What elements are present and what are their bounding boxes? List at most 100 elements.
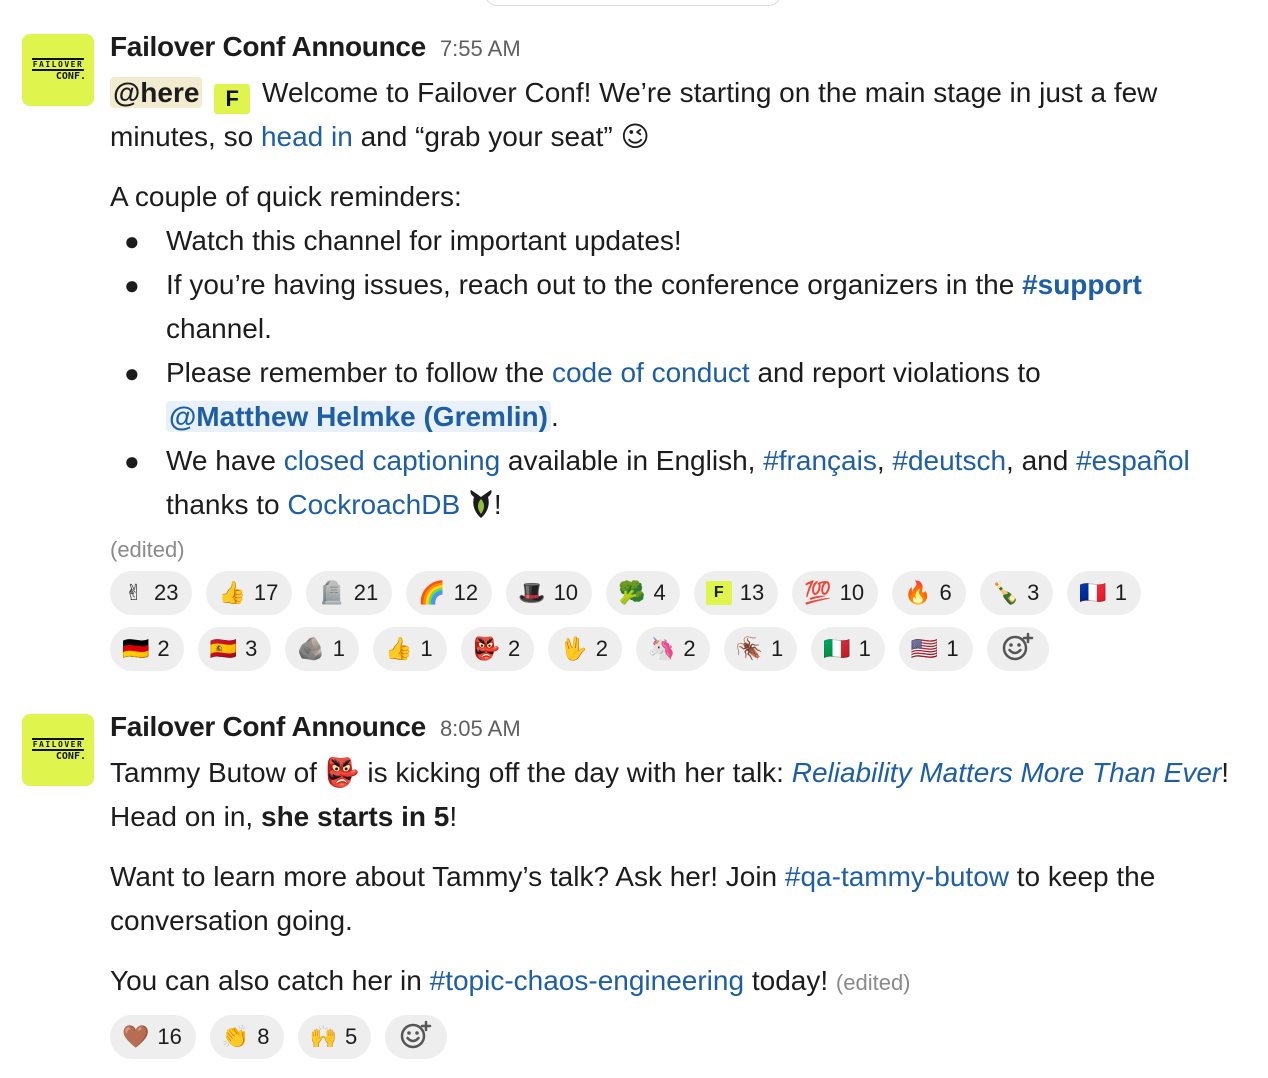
- reaction-count: 10: [553, 580, 579, 605]
- channel-link-espanol[interactable]: #español: [1076, 445, 1190, 476]
- reaction-bar: 🤎 16 👏 8 🙌 5: [110, 1015, 1240, 1071]
- reaction-emoji: 🙌: [309, 1024, 337, 1050]
- reaction-emoji: 🇮🇹: [823, 636, 851, 662]
- reaction-pill[interactable]: 🥦 4: [606, 571, 680, 615]
- bullet-icon: ●: [124, 226, 140, 256]
- channel-link-qa-tammy-butow[interactable]: #qa-tammy-butow: [785, 861, 1009, 892]
- reaction-emoji: 🔥: [904, 580, 932, 606]
- avatar[interactable]: FAILOVER CONF.: [22, 34, 94, 106]
- reaction-count: 21: [353, 580, 379, 605]
- body-text: is kicking off the day with her talk:: [359, 757, 792, 788]
- add-reaction-icon: [1002, 632, 1034, 667]
- avatar-text-line1: FAILOVER: [31, 738, 85, 751]
- reaction-count: 2: [157, 636, 170, 661]
- reaction-emoji: 🌈: [418, 580, 446, 606]
- intro-text-2: and “grab your seat”: [352, 121, 621, 152]
- avatar[interactable]: FAILOVER CONF.: [22, 714, 94, 786]
- here-mention[interactable]: @here: [110, 77, 203, 108]
- reaction-emoji: 💯: [804, 580, 832, 606]
- reaction-emoji: 🦄: [647, 636, 676, 662]
- author-name[interactable]: Failover Conf Announce: [110, 711, 426, 743]
- reaction-pill[interactable]: F 13: [693, 571, 779, 615]
- channel-link-deutsch[interactable]: #deutsch: [892, 445, 1006, 476]
- body-text: Tammy Butow of: [110, 757, 325, 788]
- reaction-count: 2: [683, 636, 696, 661]
- message-1: FAILOVER CONF. Failover Conf Announce 7:…: [22, 30, 1268, 683]
- qa-paragraph: Want to learn more about Tammy’s talk? A…: [110, 855, 1240, 943]
- reaction-pill[interactable]: 🇪🇸 3: [197, 627, 272, 671]
- reaction-pill[interactable]: 🇺🇸 1: [898, 627, 973, 671]
- add-reaction-button[interactable]: [385, 1015, 448, 1059]
- reaction-emoji: 🖖: [560, 636, 588, 662]
- closed-captioning-link[interactable]: closed captioning: [284, 445, 500, 476]
- reaction-pill[interactable]: 🇮🇹 1: [811, 627, 885, 671]
- reaction-emoji: 🪳: [735, 636, 763, 662]
- cockroachdb-link[interactable]: CockroachDB: [287, 489, 460, 520]
- reaction-pill[interactable]: 👏 8: [209, 1015, 284, 1059]
- bullet-text: and report violations to: [749, 357, 1041, 388]
- reaction-emoji: 🇫🇷: [1079, 580, 1107, 606]
- topic-paragraph: You can also catch her in #topic-chaos-e…: [110, 959, 1240, 1005]
- reaction-pill[interactable]: 🦄 2: [635, 627, 710, 671]
- channel-link-topic-chaos-engineering[interactable]: #topic-chaos-engineering: [430, 965, 744, 996]
- timestamp[interactable]: 8:05 AM: [440, 716, 521, 742]
- bullet-text: If you’re having issues, reach out to th…: [166, 269, 1023, 300]
- edited-label: (edited): [110, 537, 185, 562]
- bullet-text: ,: [876, 445, 893, 476]
- failover-f-emoji: F: [214, 84, 251, 114]
- bullet-text: thanks to: [166, 489, 288, 520]
- reminders-title: A couple of quick reminders:: [110, 181, 462, 212]
- add-reaction-button[interactable]: [986, 627, 1049, 671]
- reaction-count: 3: [1027, 580, 1040, 605]
- reaction-pill[interactable]: ✌ 23: [110, 571, 193, 615]
- head-in-link[interactable]: head in: [261, 121, 353, 152]
- reaction-pill[interactable]: 🌈 12: [406, 571, 493, 615]
- message-header: Failover Conf Announce 8:05 AM: [110, 710, 1240, 751]
- list-item: ● We have closed captioning available in …: [110, 439, 1240, 527]
- jump-to-present-pill[interactable]: [485, 0, 781, 6]
- reaction-pill[interactable]: 🙌 5: [297, 1015, 372, 1059]
- reaction-pill[interactable]: 🪦 21: [306, 571, 393, 615]
- reaction-pill[interactable]: 👺 2: [460, 627, 535, 671]
- reaction-count: 3: [245, 636, 258, 661]
- reaction-count: 12: [453, 580, 479, 605]
- bullet-text: Watch this channel for important updates…: [166, 225, 682, 256]
- message-body: @here F Welcome to Failover Conf! We’re …: [110, 71, 1240, 527]
- reaction-count: 6: [939, 580, 952, 605]
- list-item: ● If you’re having issues, reach out to t…: [110, 263, 1240, 351]
- reaction-pill[interactable]: 💯 10: [792, 571, 879, 615]
- code-of-conduct-link[interactable]: code of conduct: [552, 357, 750, 388]
- reaction-pill[interactable]: 🖖 2: [548, 627, 622, 671]
- reaction-pill[interactable]: 🇫🇷 1: [1067, 571, 1142, 615]
- bullet-text: channel.: [166, 313, 272, 344]
- author-name[interactable]: Failover Conf Announce: [110, 31, 426, 63]
- body-text: !: [449, 801, 458, 832]
- avatar-text-line2: CONF.: [55, 751, 86, 762]
- list-item: ● Watch this channel for important update…: [110, 219, 1240, 263]
- add-reaction-icon: [400, 1020, 432, 1055]
- channel-link-francais[interactable]: #français: [763, 445, 877, 476]
- reminders-list: ● Watch this channel for important update…: [110, 219, 1240, 527]
- reaction-pill[interactable]: 🍾 3: [979, 571, 1054, 615]
- reaction-pill[interactable]: 🤎 16: [110, 1015, 196, 1059]
- reaction-pill[interactable]: 🪳 1: [723, 627, 798, 671]
- reaction-emoji: 👏: [221, 1024, 250, 1050]
- reaction-count: 1: [332, 636, 345, 661]
- timestamp[interactable]: 7:55 AM: [440, 36, 521, 62]
- message-body: Tammy Butow of 👺 is kicking off the day …: [110, 751, 1240, 1005]
- reaction-pill[interactable]: 🎩 10: [506, 571, 593, 615]
- reaction-pill[interactable]: 🔥 6: [892, 571, 966, 615]
- reaction-pill[interactable]: 🪨 1: [285, 627, 359, 671]
- failover-f-emoji: F: [705, 581, 732, 605]
- reaction-count: 23: [154, 580, 179, 605]
- talk-title-link[interactable]: Reliability Matters More Than Ever: [792, 757, 1221, 788]
- body-text: You can also catch her in: [110, 965, 430, 996]
- reaction-count: 10: [839, 580, 865, 605]
- reaction-emoji: 🎩: [518, 580, 546, 606]
- reaction-emoji: 🍾: [991, 580, 1020, 606]
- reaction-pill[interactable]: 👍 1: [372, 627, 447, 671]
- user-mention[interactable]: @Matthew Helmke (Gremlin): [166, 401, 551, 432]
- reaction-pill[interactable]: 👍 17: [206, 571, 293, 615]
- reaction-pill[interactable]: 🇩🇪 2: [110, 627, 184, 671]
- channel-link-support[interactable]: #support: [1022, 269, 1142, 300]
